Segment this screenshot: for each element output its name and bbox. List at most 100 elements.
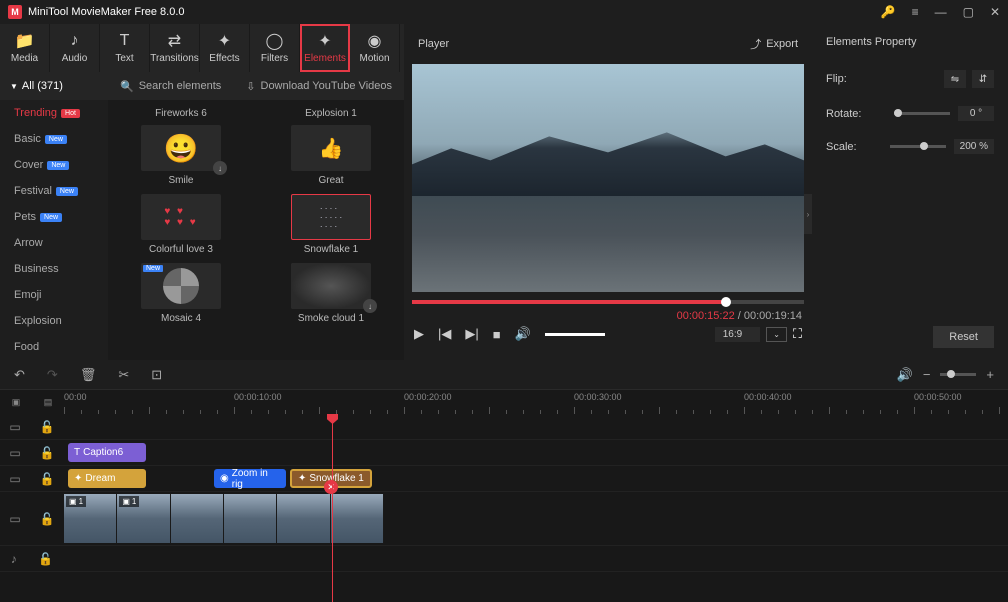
undo-button[interactable]: ↶: [14, 367, 25, 383]
category-business[interactable]: Business: [0, 256, 108, 282]
stop-button[interactable]: ■: [493, 327, 501, 342]
progress-bar[interactable]: [412, 300, 804, 304]
flip-label: Flip:: [826, 73, 847, 85]
category-arrow[interactable]: Arrow: [0, 230, 108, 256]
category-basic[interactable]: Basic New: [0, 126, 108, 152]
menu-icon[interactable]: ≡: [912, 5, 919, 19]
ruler-mark: 00:00: [64, 392, 87, 402]
element-snowflake-1[interactable]: · · · ·· · · · ·· · · ·Snowflake 1: [276, 194, 386, 261]
clip-caption[interactable]: TCaption6: [68, 443, 146, 462]
tool-effects[interactable]: ✦Effects: [200, 24, 250, 72]
track-icon[interactable]: ▭: [9, 472, 20, 486]
element-label: Mosaic 4: [161, 313, 201, 324]
audio-toggle-icon[interactable]: 🔊: [897, 367, 913, 383]
close-icon[interactable]: ✕: [990, 5, 1000, 19]
fullscreen-button[interactable]: ⛶: [793, 326, 802, 342]
lock-icon[interactable]: 🔓: [40, 420, 55, 434]
media-icon: 📁: [15, 32, 35, 50]
delete-button[interactable]: 🗑: [80, 367, 97, 383]
tool-text[interactable]: TText: [100, 24, 150, 72]
tool-transitions[interactable]: ⇄Transitions: [150, 24, 200, 72]
category-explosion[interactable]: Explosion: [0, 308, 108, 334]
tracks-area[interactable]: ▭ 🔓 ▭ 🔓 TCaption6 ▭ 🔓 ✦Dream ◉Zoom in rig ✦…: [0, 414, 1008, 602]
track-icon[interactable]: ▭: [9, 446, 20, 460]
ruler-mark: 00:00:10:00: [234, 392, 282, 402]
flip-horizontal-button[interactable]: ⇋: [944, 70, 966, 88]
transitions-icon: ⇄: [168, 32, 181, 50]
next-frame-button[interactable]: ▶|: [465, 326, 478, 342]
lock-icon[interactable]: 🔓: [38, 552, 53, 566]
export-button[interactable]: ⤴ Export: [750, 36, 798, 52]
element-thumb[interactable]: New: [141, 263, 221, 309]
element-smile[interactable]: 😀↓Smile: [126, 125, 236, 192]
element-mosaic-4[interactable]: New Mosaic 4: [126, 263, 236, 330]
category-cover[interactable]: Cover New: [0, 152, 108, 178]
tool-filters[interactable]: ◯Filters: [250, 24, 300, 72]
volume-icon[interactable]: 🔊: [515, 326, 531, 342]
zoom-in-button[interactable]: +: [986, 367, 994, 382]
video-preview[interactable]: [412, 64, 804, 292]
layer-stack-icon[interactable]: ▤: [44, 397, 53, 408]
aspect-select[interactable]: 16:9: [715, 327, 760, 342]
zoom-slider[interactable]: [940, 373, 976, 376]
element-smoke-cloud-1[interactable]: ↓Smoke cloud 1: [276, 263, 386, 330]
reset-button[interactable]: Reset: [933, 326, 994, 348]
tool-audio[interactable]: ♪Audio: [50, 24, 100, 72]
download-label: Download YouTube Videos: [261, 80, 393, 92]
tool-motion[interactable]: ◉Motion: [350, 24, 400, 72]
scale-slider[interactable]: [890, 145, 946, 148]
tool-elements[interactable]: ✦Elements: [300, 24, 350, 72]
element-thumb[interactable]: 😀↓: [141, 125, 221, 171]
play-button[interactable]: ▶: [414, 326, 424, 342]
clip-zoom[interactable]: ◉Zoom in rig: [214, 469, 286, 488]
motion-icon: ◉: [368, 32, 382, 50]
flip-vertical-button[interactable]: ⇵: [972, 70, 994, 88]
redo-button[interactable]: ↷: [47, 367, 58, 383]
lock-icon[interactable]: 🔓: [40, 446, 55, 460]
element-thumb[interactable]: ↓: [291, 263, 371, 309]
category-pets[interactable]: Pets New: [0, 204, 108, 230]
panel-collapse-icon[interactable]: ›: [804, 194, 812, 234]
rotate-slider[interactable]: [894, 112, 950, 115]
lock-icon[interactable]: 🔓: [40, 512, 55, 526]
search-elements[interactable]: 🔍 Search elements: [120, 80, 221, 93]
clip-snowflake[interactable]: ✦Snowflake 1✕: [290, 469, 372, 488]
element-thumb[interactable]: ♥ ♥♥ ♥ ♥: [141, 194, 221, 240]
layer-toggle-icon[interactable]: ▣: [12, 397, 21, 408]
clip-dream[interactable]: ✦Dream: [68, 469, 146, 488]
track-icon[interactable]: ▭: [9, 512, 20, 526]
sidebar-all[interactable]: ▼ All (371): [0, 72, 108, 100]
rotate-value[interactable]: 0 °: [958, 106, 994, 121]
crop-button[interactable]: ⊡: [151, 367, 162, 383]
download-badge-icon[interactable]: ↓: [213, 161, 227, 175]
category-festival[interactable]: Festival New: [0, 178, 108, 204]
maximize-icon[interactable]: ▢: [963, 5, 974, 19]
element-label: Colorful love 3: [149, 244, 213, 255]
prev-frame-button[interactable]: |◀: [438, 326, 451, 342]
video-clip[interactable]: ▣ 1 ▣ 1: [64, 494, 384, 543]
download-youtube[interactable]: ⇩ Download YouTube Videos: [246, 80, 392, 93]
key-icon[interactable]: 🔑: [881, 5, 896, 19]
tool-media[interactable]: 📁Media: [0, 24, 50, 72]
aspect-dropdown-icon[interactable]: ⌄: [766, 327, 787, 342]
element-great[interactable]: 👍Great: [276, 125, 386, 192]
download-badge-icon[interactable]: ↓: [363, 299, 377, 313]
track-icon[interactable]: ▭: [9, 420, 20, 434]
category-trending[interactable]: Trending Hot: [0, 100, 108, 126]
category-emoji[interactable]: Emoji: [0, 282, 108, 308]
props-title: Elements Property: [826, 36, 994, 48]
badge-new: New: [56, 187, 78, 196]
zoom-out-button[interactable]: −: [923, 367, 931, 382]
element-colorful-love-3[interactable]: ♥ ♥♥ ♥ ♥ Colorful love 3: [126, 194, 236, 261]
category-food[interactable]: Food: [0, 334, 108, 360]
scale-value[interactable]: 200 %: [954, 139, 994, 154]
element-thumb[interactable]: · · · ·· · · · ·· · · ·: [291, 194, 371, 240]
minimize-icon[interactable]: —: [935, 5, 947, 19]
music-track-icon[interactable]: ♪: [11, 552, 17, 566]
timeline: ↶ ↷ 🗑 ✂ ⊡ 🔊 − + ▣ ▤ 00:0000:00:10:0000:0…: [0, 360, 1008, 602]
volume-slider[interactable]: [545, 333, 605, 336]
badge-new: New: [40, 213, 62, 222]
lock-icon[interactable]: 🔓: [40, 472, 55, 486]
cut-button[interactable]: ✂: [118, 367, 129, 383]
element-thumb[interactable]: 👍: [291, 125, 371, 171]
